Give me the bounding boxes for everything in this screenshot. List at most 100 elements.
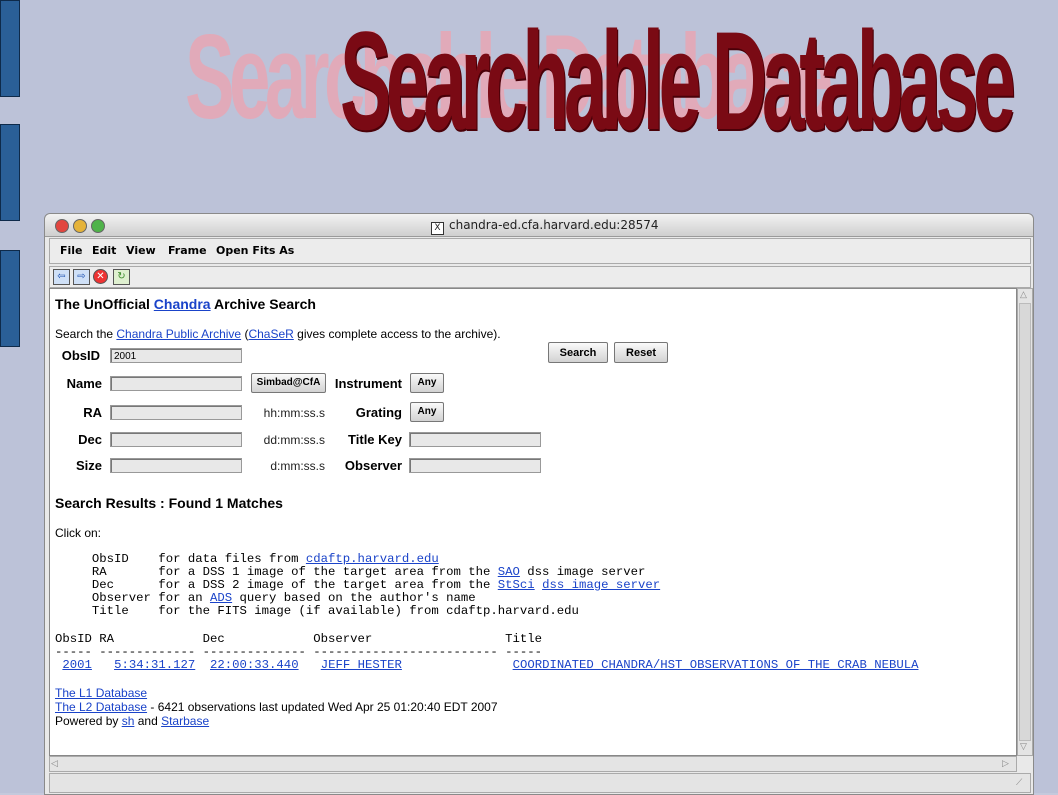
ra-label: RA [83, 405, 102, 420]
results-heading: Search Results : Found 1 Matches [55, 495, 283, 511]
intro-text: Search the Chandra Public Archive (ChaSe… [55, 327, 501, 341]
chandra-public-archive-link[interactable]: Chandra Public Archive [116, 327, 241, 341]
legend-line: Title for the FITS image (if available) … [55, 604, 579, 618]
ra-input[interactable] [110, 405, 242, 420]
zoom-window-button[interactable] [91, 219, 105, 233]
legend-text: Observer for an [55, 591, 210, 605]
scroll-right-icon[interactable]: ▷ [1002, 758, 1009, 769]
scroll-left-icon[interactable]: ◁ [51, 758, 58, 769]
powered-by: Powered by sh and Starbase [55, 714, 209, 728]
back-arrow-icon[interactable]: ⇦ [53, 269, 70, 285]
starbase-link[interactable]: Starbase [161, 714, 209, 728]
observer-input[interactable] [409, 458, 541, 473]
forward-arrow-icon[interactable]: ⇨ [73, 269, 90, 285]
menu-file[interactable]: File [60, 244, 83, 257]
vertical-scrollbar[interactable]: △ ▽ [1017, 288, 1033, 756]
menu-bar: File Edit View Frame Open Fits As [49, 238, 1031, 264]
intro-pre: Search the [55, 327, 117, 341]
close-window-button[interactable] [55, 219, 69, 233]
stop-icon[interactable]: ✕ [93, 269, 108, 284]
titlekey-label: Title Key [348, 432, 402, 447]
simbad-button[interactable]: Simbad@CfA [251, 373, 326, 393]
sao-link[interactable]: SAO [498, 565, 520, 579]
legend-line: RA for a DSS 1 image of the target area … [55, 565, 645, 579]
powered-text: and [134, 714, 162, 728]
page-heading: The UnOfficial Chandra Archive Search [55, 296, 316, 312]
legend-text: query based on the author's name [232, 591, 476, 605]
dec-label: Dec [78, 432, 102, 447]
legend-text: RA for a DSS 1 image of the target area … [55, 565, 498, 579]
results-table-rule: ----- ------------- -------------- -----… [55, 645, 543, 659]
stsci-link[interactable]: StSci [498, 578, 535, 592]
slide-title: Searchable Database [340, 2, 1016, 159]
search-button[interactable]: Search [548, 342, 608, 363]
sh-link[interactable]: sh [122, 714, 135, 728]
scroll-down-icon[interactable]: ▽ [1020, 741, 1027, 752]
obsid-label: ObsID [61, 348, 100, 363]
obsid-input[interactable]: 2001 [110, 348, 242, 363]
footer-l2: The L2 Database - 6421 observations last… [55, 700, 498, 714]
browser-window: Xchandra-ed.cfa.harvard.edu:28574 File E… [44, 213, 1034, 795]
grating-label: Grating [355, 405, 402, 420]
legend-line: ObsID for data files from cdaftp.harvard… [55, 552, 439, 566]
chandra-link[interactable]: Chandra [154, 296, 211, 312]
horizontal-scrollbar[interactable]: ◁ ▷ [49, 756, 1017, 772]
legend-line: Observer for an ADS query based on the a… [55, 591, 476, 605]
click-on-text: Click on: [55, 526, 102, 540]
ads-link[interactable]: ADS [210, 591, 232, 605]
slide-nav-tab [0, 250, 20, 347]
scroll-up-icon[interactable]: △ [1020, 289, 1027, 300]
minimize-window-button[interactable] [73, 219, 87, 233]
legend-text: ObsID for data files from [55, 552, 306, 566]
menu-edit[interactable]: Edit [92, 244, 116, 257]
name-input[interactable] [110, 376, 242, 391]
menu-frame[interactable]: Frame [168, 244, 207, 257]
toolbar: ⇦ ⇨ ✕ ↻ [49, 266, 1031, 288]
obsid-link[interactable]: 2001 [62, 658, 92, 672]
footer-l1: The L1 Database [55, 686, 147, 700]
slide-nav-tab [0, 0, 20, 97]
l2-database-link[interactable]: The L2 Database [55, 700, 147, 714]
grating-select[interactable]: Any [410, 402, 444, 422]
legend-line: Dec for a DSS 2 image of the target area… [55, 578, 660, 592]
window-title-text: chandra-ed.cfa.harvard.edu:28574 [449, 218, 659, 232]
powered-text: Powered by [55, 714, 122, 728]
slide-nav-tab [0, 124, 20, 221]
table-row: 2001 5:34:31.127 22:00:33.440 JEFF HESTE… [55, 658, 918, 672]
heading-text-end: Archive Search [210, 296, 316, 312]
instrument-label: Instrument [334, 376, 402, 391]
dec-input[interactable] [110, 432, 242, 447]
scroll-thumb[interactable] [1019, 303, 1031, 741]
observer-label: Observer [344, 458, 402, 473]
cdaftp-link[interactable]: cdaftp.harvard.edu [306, 552, 439, 566]
l1-database-link[interactable]: The L1 Database [55, 686, 147, 700]
dec-hint: dd:mm:ss.s [263, 433, 325, 447]
results-table-header: ObsID RA Dec Observer Title [55, 632, 543, 646]
name-label: Name [66, 376, 102, 391]
size-input[interactable] [110, 458, 242, 473]
resize-grip-icon[interactable]: ⟋ [1016, 777, 1022, 788]
menu-open-fits-as[interactable]: Open Fits As [216, 244, 294, 257]
title-link[interactable]: COORDINATED CHANDRA/HST OBSERVATIONS OF … [513, 658, 919, 672]
instrument-select[interactable]: Any [410, 373, 444, 393]
legend-text: Dec for a DSS 2 image of the target area… [55, 578, 498, 592]
dss-image-server-link[interactable]: dss image server [542, 578, 660, 592]
l2-status-text: - 6421 observations last updated Wed Apr… [147, 700, 498, 714]
heading-text: The UnOfficial [55, 296, 154, 312]
window-title: Xchandra-ed.cfa.harvard.edu:28574 [431, 218, 659, 235]
chaser-link[interactable]: ChaSeR [248, 327, 293, 341]
titlekey-input[interactable] [409, 432, 541, 447]
intro-post: gives complete access to the archive). [293, 327, 501, 341]
x11-icon: X [431, 222, 444, 235]
page-content: The UnOfficial Chandra Archive Search Se… [49, 288, 1017, 756]
status-bar: ⟋ [49, 773, 1031, 793]
ra-hint: hh:mm:ss.s [263, 406, 325, 420]
observer-link[interactable]: JEFF HESTER [321, 658, 402, 672]
reload-icon[interactable]: ↻ [113, 269, 130, 285]
window-titlebar[interactable]: Xchandra-ed.cfa.harvard.edu:28574 [45, 214, 1033, 237]
dec-link[interactable]: 22:00:33.440 [210, 658, 299, 672]
reset-button[interactable]: Reset [614, 342, 668, 363]
size-label: Size [75, 458, 102, 473]
ra-link[interactable]: 5:34:31.127 [114, 658, 195, 672]
menu-view[interactable]: View [126, 244, 156, 257]
